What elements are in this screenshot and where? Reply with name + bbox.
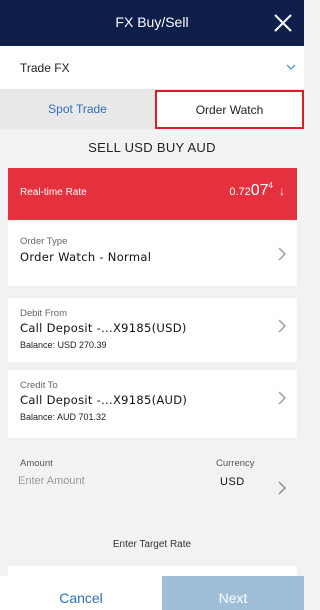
rate-prefix: 0.72 <box>229 186 251 198</box>
credit-balance: Balance: AUD 701.32 <box>20 412 107 422</box>
trade-type-tabs: Spot Trade Order Watch <box>0 90 304 129</box>
enter-target-rate-link[interactable]: Enter Target Rate <box>0 526 304 564</box>
real-time-rate-banner: Real-time Rate 0.72074 ↓ <box>8 168 297 220</box>
cancel-button[interactable]: Cancel <box>0 576 162 610</box>
debit-label: Debit From <box>20 308 67 319</box>
rate-label: Real-time Rate <box>20 187 87 198</box>
credit-account: Call Deposit -...X9185(AUD) <box>20 393 188 407</box>
order-type-label: Order Type <box>20 236 68 247</box>
chevron-right-icon[interactable] <box>277 480 287 496</box>
close-icon[interactable] <box>270 10 296 36</box>
footer-actions: Cancel Next <box>0 576 304 610</box>
chevron-down-icon <box>286 64 296 70</box>
next-button[interactable]: Next <box>162 576 304 610</box>
currency-pair-title: SELL USD BUY AUD <box>0 129 304 167</box>
order-type-value: Order Watch - Normal <box>20 250 152 264</box>
amount-label: Amount <box>20 458 53 469</box>
debit-account: Call Deposit -...X9185(USD) <box>20 321 187 335</box>
tab-spot-trade[interactable]: Spot Trade <box>0 90 155 129</box>
arrow-down-icon: ↓ <box>279 184 285 198</box>
rate-superscript: 4 <box>268 181 273 190</box>
tab-order-watch[interactable]: Order Watch <box>155 90 304 129</box>
chevron-right-icon <box>278 391 286 405</box>
chevron-right-icon <box>278 319 286 333</box>
trade-fx-label: Trade FX <box>20 61 70 75</box>
currency-select[interactable]: USD <box>220 476 245 488</box>
trade-fx-dropdown[interactable]: Trade FX <box>0 46 304 90</box>
amount-input[interactable] <box>18 475 158 487</box>
page-title: FX Buy/Sell <box>115 14 189 30</box>
rate-value: 0.72074 ↓ <box>229 181 285 200</box>
order-type-selector[interactable]: Order Type Order Watch - Normal <box>8 222 297 286</box>
chevron-right-icon <box>278 247 286 261</box>
credit-label: Credit To <box>20 380 58 391</box>
debit-balance: Balance: USD 270.39 <box>20 340 107 350</box>
header-bar: FX Buy/Sell <box>0 0 304 46</box>
rate-main-digits: 07 <box>250 182 269 199</box>
amount-section: Amount Currency USD <box>8 452 297 522</box>
debit-account-selector[interactable]: Debit From Call Deposit -...X9185(USD) B… <box>8 298 297 362</box>
currency-label: Currency <box>216 458 255 469</box>
credit-account-selector[interactable]: Credit To Call Deposit -...X9185(AUD) Ba… <box>8 370 297 438</box>
